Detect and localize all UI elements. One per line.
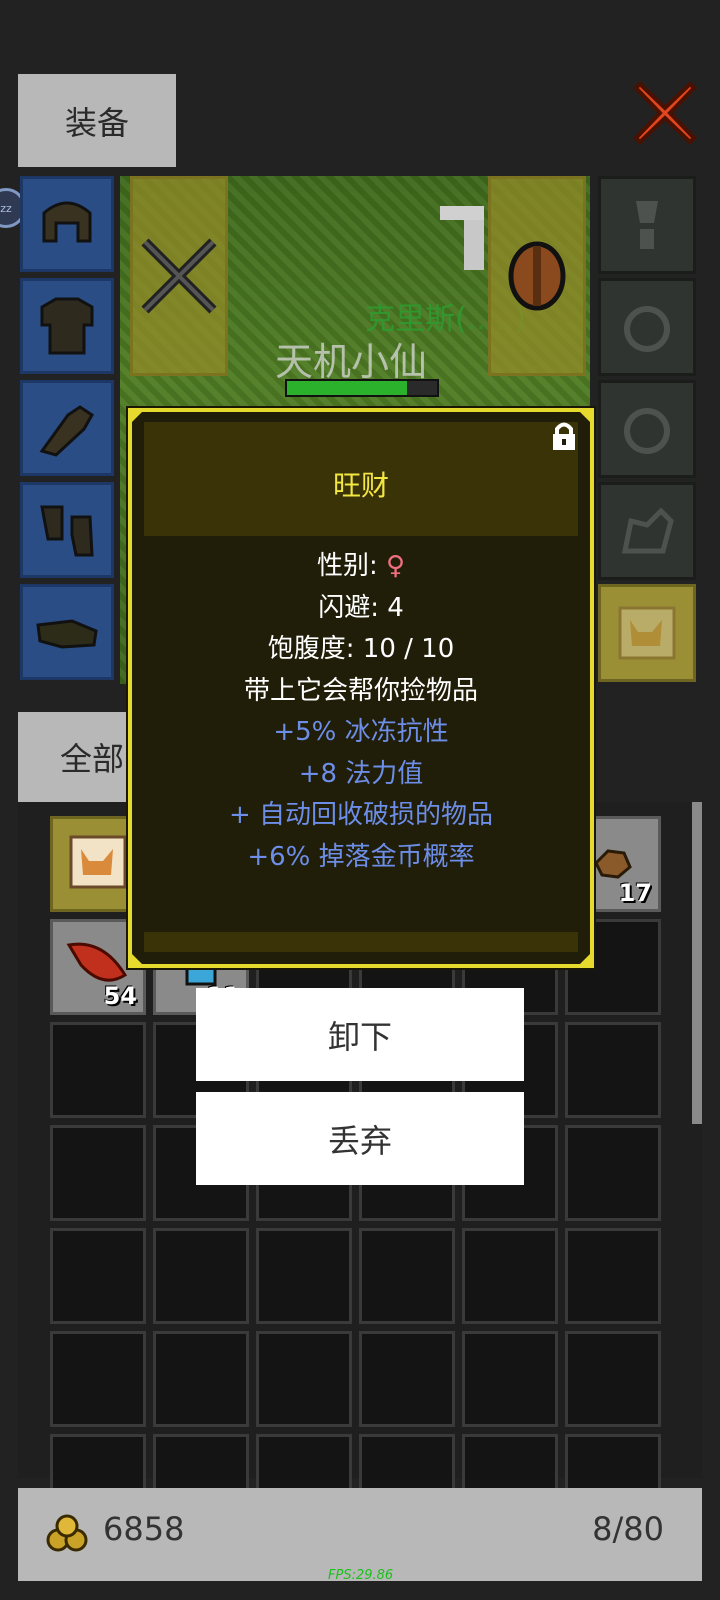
amulet-slot[interactable] [598, 176, 696, 274]
bag-empty-slot[interactable] [50, 1022, 146, 1118]
fps-counter: FPS:29.86 [328, 1568, 394, 1583]
pet-cat-icon [63, 827, 133, 901]
bag-empty-slot[interactable] [462, 1331, 558, 1427]
bonus-line: +6% 掉落金币概率 [247, 841, 475, 872]
bag-empty-slot[interactable] [153, 1228, 249, 1324]
crossed-swords-icon [141, 238, 217, 314]
gold-coins-icon [44, 1514, 90, 1558]
armor-slot[interactable] [20, 278, 114, 374]
ring-slot-2[interactable] [598, 380, 696, 478]
offhand-slot[interactable] [488, 176, 586, 376]
amulet-icon [636, 201, 658, 249]
boots-slot[interactable] [20, 482, 114, 578]
bag-empty-slot[interactable] [359, 1331, 455, 1427]
lock-icon[interactable] [550, 420, 578, 452]
bag-empty-slot[interactable] [565, 1228, 661, 1324]
tooltip-footer-band [144, 932, 578, 952]
ring-icon [624, 306, 670, 352]
boots-icon [40, 505, 94, 557]
pet-slot[interactable] [598, 584, 696, 682]
item-count: 54 [103, 982, 137, 1010]
bag-empty-slot[interactable] [153, 1331, 249, 1427]
bag-scrollbar[interactable] [692, 802, 702, 1124]
bag-empty-slot[interactable] [565, 1022, 661, 1118]
bonus-line: +5% 冰冻抗性 [273, 717, 449, 747]
equip-tab[interactable]: 装备 [18, 74, 176, 167]
weapon-slot[interactable] [130, 176, 228, 376]
helmet-icon [42, 201, 92, 243]
description-line: 带上它会帮你捡物品 [243, 675, 478, 706]
bag-empty-slot[interactable] [462, 1228, 558, 1324]
bag-empty-slot[interactable] [50, 1331, 146, 1427]
mount-slot[interactable] [598, 482, 696, 580]
gold-amount: 6858 [103, 1510, 185, 1548]
item-count: 17 [618, 879, 652, 907]
bag-capacity: 8/80 [592, 1510, 664, 1548]
bag-empty-slot[interactable] [50, 1125, 146, 1221]
discard-button[interactable]: 丢弃 [196, 1092, 524, 1185]
bag-empty-slot[interactable] [50, 1228, 146, 1324]
ring-slot-1[interactable] [598, 278, 696, 376]
player-name: 天机小仙 [275, 340, 428, 384]
item-tooltip: 旺财 性别: ♀ 闪避: 4 饱腹度: 10 / 10 带上它会帮你捡物品 +5… [128, 408, 594, 968]
satiety-line: 饱腹度: 10 / 10 [267, 634, 455, 664]
mount-icon [621, 507, 674, 554]
health-bar-fill [287, 381, 407, 395]
ring-icon [624, 408, 670, 454]
armor-icon [40, 297, 94, 355]
pet-icon [618, 606, 676, 660]
round-shield-icon [508, 241, 566, 311]
health-bar [285, 379, 439, 397]
bonus-line: + 自动回收破损的物品 [228, 800, 494, 830]
bag-empty-slot[interactable] [256, 1228, 352, 1324]
helmet-slot[interactable] [20, 176, 114, 272]
gloves-slot[interactable] [20, 380, 114, 476]
gloves-icon [39, 405, 94, 457]
tooltip-stats: 性别: ♀ 闪避: 4 饱腹度: 10 / 10 带上它会帮你捡物品 +5% 冰… [132, 546, 590, 878]
filter-tab-all[interactable]: 全部 [18, 712, 128, 802]
belt-slot[interactable] [20, 584, 114, 680]
unequip-button[interactable]: 卸下 [196, 988, 524, 1081]
gender-line: 性别: ♀ [316, 551, 406, 581]
bag-empty-slot[interactable] [565, 1125, 661, 1221]
dodge-line: 闪避: 4 [318, 592, 404, 623]
bag-empty-slot[interactable] [565, 1331, 661, 1427]
tooltip-title: 旺财 [332, 469, 389, 502]
belt-icon [36, 619, 98, 649]
bonus-line: +8 法力值 [298, 758, 424, 789]
bag-empty-slot[interactable] [359, 1228, 455, 1324]
bag-empty-slot[interactable] [256, 1331, 352, 1427]
close-icon[interactable] [632, 80, 698, 146]
